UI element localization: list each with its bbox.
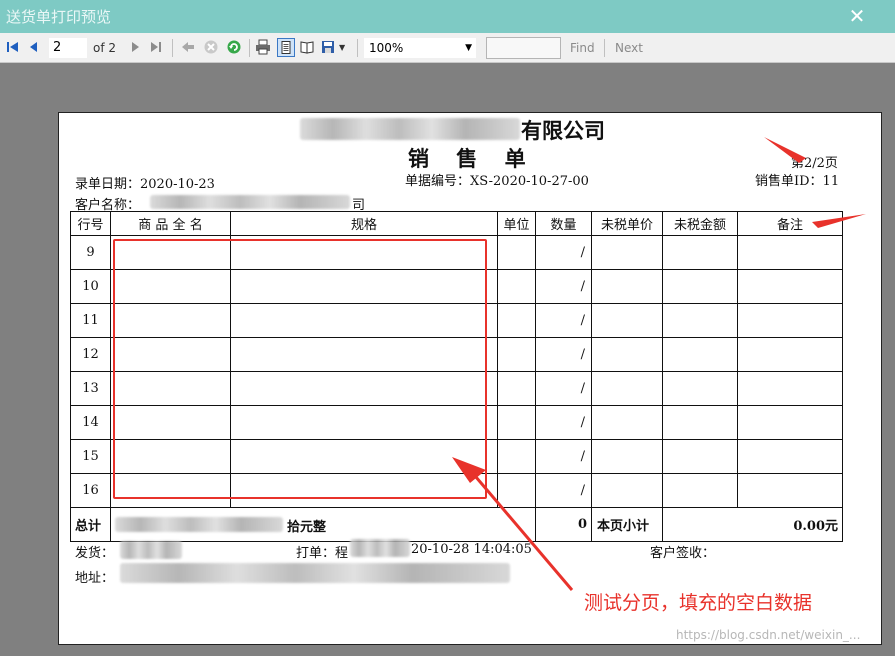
- watermark: https://blog.csdn.net/weixin_...: [676, 628, 861, 642]
- arrow-to-page-info: [764, 137, 806, 163]
- annotation-text: 测试分页，填充的空白数据: [584, 592, 813, 614]
- arrow-head: [452, 457, 486, 483]
- arrow-to-blank-rows: [468, 469, 574, 591]
- arrow-to-remark-column: [812, 214, 866, 228]
- annotation-arrows: [452, 137, 866, 591]
